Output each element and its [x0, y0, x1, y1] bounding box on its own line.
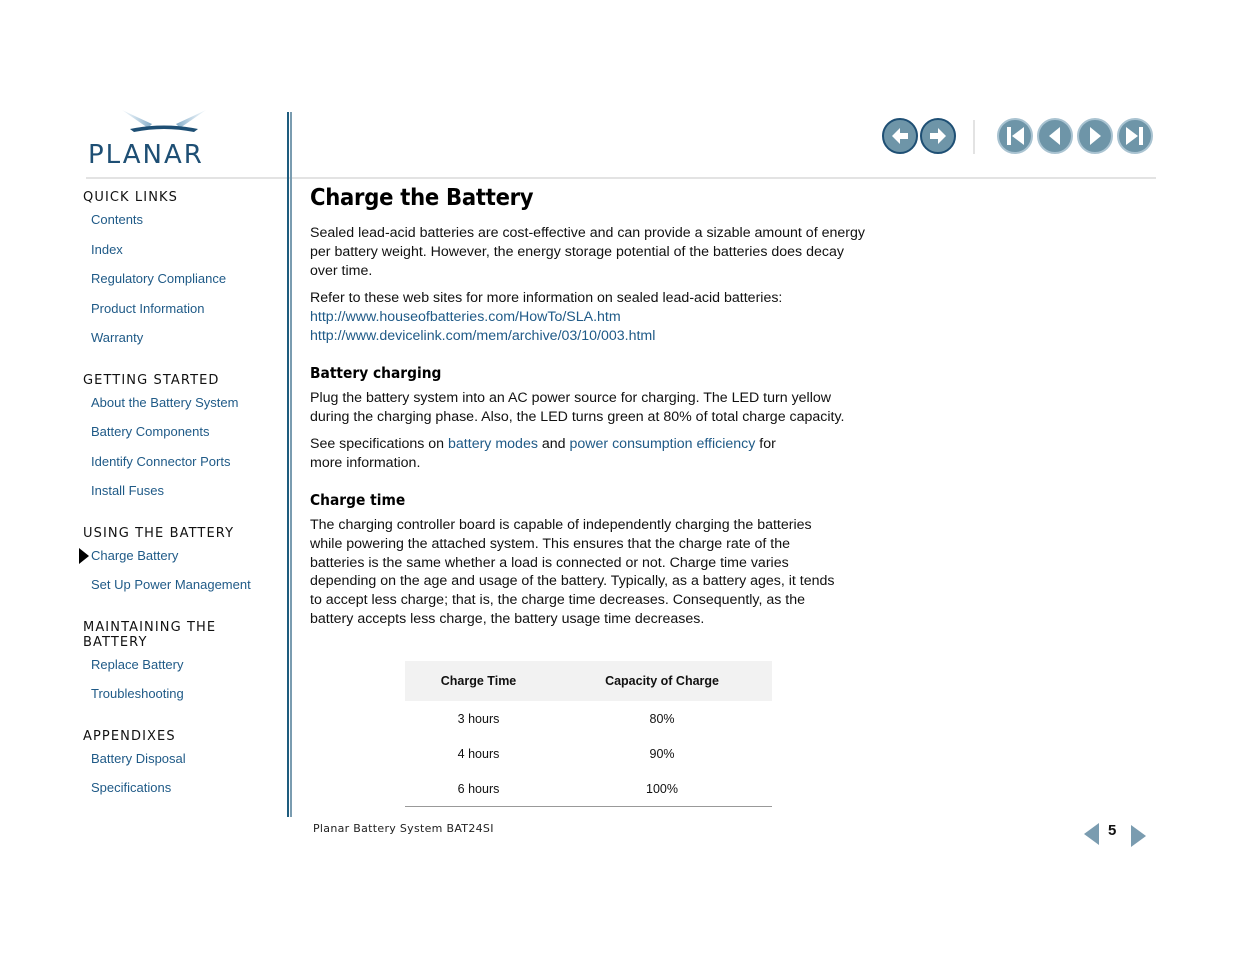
first-page-icon — [1007, 127, 1024, 145]
sidebar-item-specifications[interactable]: Specifications — [83, 779, 283, 809]
sidebar-item-charge-battery[interactable]: Charge Battery — [79, 547, 283, 577]
table-header-row: Charge Time Capacity of Charge — [405, 661, 772, 701]
first-page-button[interactable] — [997, 118, 1033, 154]
next-page-button[interactable] — [1077, 118, 1113, 154]
sidebar-item-contents[interactable]: Contents — [83, 211, 283, 241]
sidebar-item-battery-components[interactable]: Battery Components — [83, 423, 283, 453]
section-heading: MAINTAINING THE BATTERY — [83, 619, 217, 650]
sidebar-divider — [287, 112, 289, 817]
sidebar-item-index[interactable]: Index — [83, 241, 283, 271]
devicelink-link[interactable]: http://www.devicelink.com/mem/archive/03… — [310, 328, 655, 344]
cell-charge-time: 3 hours — [457, 711, 500, 726]
sidebar-section-using-battery: USING THE BATTERY Charge Battery Set Up … — [79, 525, 283, 606]
planar-logo: PLANAR — [86, 108, 241, 170]
last-page-button[interactable] — [1117, 118, 1153, 154]
battery-modes-link[interactable]: battery modes — [448, 436, 538, 452]
back-button[interactable] — [882, 118, 918, 154]
sidebar-item-regulatory-compliance[interactable]: Regulatory Compliance — [83, 270, 283, 300]
see-and-text: and — [537, 436, 570, 453]
intro-paragraph: Sealed lead-acid batteries are cost-effe… — [310, 225, 865, 279]
previous-page-button[interactable] — [1037, 118, 1073, 154]
charge-time-table: Charge Time Capacity of Charge 3 hours 8… — [405, 661, 772, 807]
current-page-arrow-icon — [79, 547, 89, 564]
document-title-footer: Planar Battery System BAT24SI — [313, 822, 494, 835]
sidebar-item-label: Charge Battery — [91, 547, 179, 563]
power-consumption-efficiency-link[interactable]: power consumption efficiency — [570, 436, 756, 452]
sidebar-item-battery-disposal[interactable]: Battery Disposal — [83, 750, 283, 780]
sidebar-item-identify-connector-ports[interactable]: Identify Connector Ports — [83, 453, 283, 483]
cell-capacity: 90% — [649, 746, 675, 761]
page-number: 5 — [1108, 822, 1117, 839]
section-heading: GETTING STARTED — [83, 372, 220, 388]
table-row: 4 hours 90% — [405, 736, 772, 771]
battery-charging-paragraph: Plug the battery system into an AC power… — [310, 389, 845, 425]
header-divider — [86, 177, 1156, 179]
footer-next-page-icon[interactable] — [1131, 825, 1146, 847]
column-header-charge-time: Charge Time — [405, 661, 553, 701]
forward-button[interactable] — [920, 118, 956, 154]
sidebar-item-set-up-power-management[interactable]: Set Up Power Management — [83, 576, 283, 606]
cell-capacity: 80% — [649, 711, 675, 726]
references-paragraph: Refer to these web sites for more inform… — [310, 289, 870, 345]
sidebar-item-warranty[interactable]: Warranty — [83, 329, 283, 359]
sidebar-section-quick-links: QUICK LINKS Contents Index Regulatory Co… — [83, 190, 283, 359]
logo-text: PLANAR — [88, 140, 204, 168]
page-title: Charge the Battery — [310, 185, 534, 211]
battery-charging-heading: Battery charging — [310, 363, 442, 382]
sidebar-section-appendixes: APPENDIXES Battery Disposal Specificatio… — [83, 729, 283, 809]
cell-capacity: 100% — [552, 771, 772, 807]
column-header-capacity: Capacity of Charge — [552, 661, 772, 701]
cell-charge-time: 6 hours — [405, 771, 553, 807]
main-content: Charge the Battery Sealed lead-acid batt… — [310, 185, 870, 638]
sidebar-divider-shadow — [290, 112, 292, 817]
toolbar-separator — [973, 120, 975, 154]
sidebar-section-maintaining-battery: MAINTAINING THE BATTERY Replace Battery … — [83, 620, 283, 715]
previous-page-icon — [1049, 127, 1060, 145]
back-icon — [892, 128, 908, 144]
sidebar: QUICK LINKS Contents Index Regulatory Co… — [79, 190, 283, 823]
houseofbatteries-link[interactable]: http://www.houseofbatteries.com/HowTo/SL… — [310, 309, 621, 325]
table-row: 3 hours 80% — [405, 701, 772, 736]
sidebar-item-about-battery-system[interactable]: About the Battery System — [83, 394, 283, 424]
see-prefix-text: See specifications on — [310, 436, 449, 453]
sidebar-item-product-information[interactable]: Product Information — [83, 300, 283, 330]
cell-charge-time: 4 hours — [457, 746, 500, 761]
forward-icon — [930, 128, 946, 144]
table-row: 6 hours 100% — [405, 771, 772, 807]
see-specifications-paragraph: See specifications on battery modes and … — [310, 435, 800, 473]
sidebar-item-replace-battery[interactable]: Replace Battery — [83, 656, 283, 686]
footer-previous-page-icon[interactable] — [1084, 823, 1099, 845]
charge-time-heading: Charge time — [310, 490, 406, 509]
sidebar-item-install-fuses[interactable]: Install Fuses — [83, 482, 283, 512]
charge-time-paragraph: The charging controller board is capable… — [310, 516, 835, 627]
last-page-icon — [1126, 127, 1143, 145]
refer-text: Refer to these web sites for more inform… — [310, 290, 783, 307]
next-page-icon — [1090, 127, 1101, 145]
section-heading: QUICK LINKS — [83, 190, 178, 205]
sidebar-item-troubleshooting[interactable]: Troubleshooting — [83, 685, 283, 715]
section-heading: APPENDIXES — [83, 728, 176, 744]
sidebar-section-getting-started: GETTING STARTED About the Battery System… — [83, 373, 283, 512]
section-heading: USING THE BATTERY — [83, 525, 235, 541]
